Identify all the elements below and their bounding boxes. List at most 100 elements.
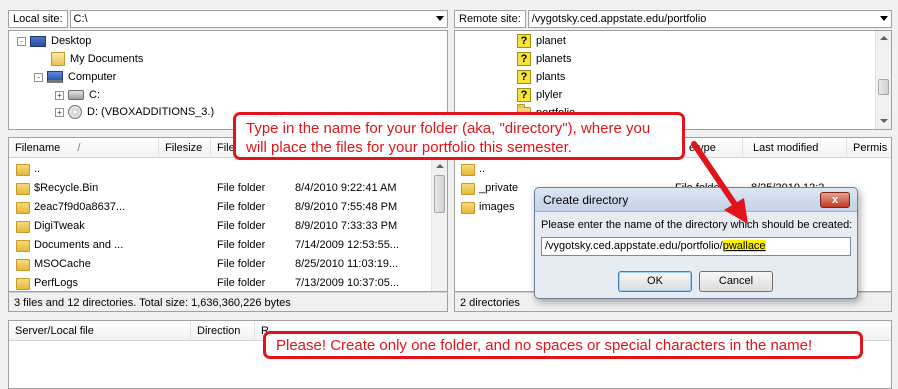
remote-site-label: Remote site: — [454, 10, 526, 28]
file-type: File folder — [217, 239, 266, 251]
local-list-scrollbar[interactable] — [431, 159, 447, 291]
remote-tree-scrollbar[interactable] — [875, 31, 891, 129]
file-name: MSOCache — [34, 258, 91, 270]
column-header-filesize[interactable]: Filesize — [159, 138, 211, 158]
tree-item-d-drive[interactable]: + D: (VBOXADDITIONS_3.) — [55, 103, 214, 121]
column-header-direction[interactable]: Direction — [191, 321, 255, 341]
remote-site-path: /vygotsky.ced.appstate.edu/portfolio — [531, 13, 707, 25]
tree-item-desktop[interactable]: - Desktop — [17, 32, 91, 50]
instruction-callout-top: Type in the name for your folder (aka, "… — [233, 112, 685, 160]
scroll-up-icon[interactable] — [876, 31, 891, 46]
drive-icon — [68, 90, 84, 100]
close-icon[interactable]: x — [820, 192, 850, 208]
column-label: Permis — [853, 142, 888, 154]
folder-icon — [16, 202, 30, 214]
tree-item-plants[interactable]: ? plants — [517, 68, 565, 86]
file-modified: 8/25/2010 11:03:19... — [295, 258, 399, 270]
list-item[interactable]: PerfLogs File folder 7/13/2009 10:37:05.… — [9, 274, 431, 291]
unknown-folder-icon: ? — [517, 70, 531, 84]
folder-icon — [16, 278, 30, 290]
instruction-callout-bottom: Please! Create only one folder, and no s… — [263, 331, 863, 359]
callout-arrow-icon — [691, 141, 748, 224]
tree-item-label: D: (VBOXADDITIONS_3.) — [87, 106, 215, 118]
tree-item-label: planets — [536, 53, 572, 65]
file-name: .. — [34, 163, 41, 175]
ok-button[interactable]: OK — [618, 271, 692, 292]
column-label: Server/Local file — [15, 325, 94, 337]
local-site-bar: Local site: C:\ — [8, 8, 448, 30]
list-item[interactable]: Documents and ... File folder 7/14/2009 … — [9, 236, 431, 255]
tree-item-label: Computer — [68, 71, 117, 83]
column-header-permissions[interactable]: Permis — [847, 138, 891, 158]
list-item[interactable]: $Recycle.Bin File folder 8/4/2010 9:22:4… — [9, 179, 431, 198]
desktop-icon — [30, 35, 46, 47]
file-name: _private — [479, 182, 519, 194]
scrollbar-thumb[interactable] — [878, 79, 889, 95]
list-item[interactable]: 2eac7f9d0a8637... File folder 8/9/2010 7… — [9, 198, 431, 217]
local-site-label: Local site: — [8, 10, 68, 28]
folder-icon — [16, 164, 30, 176]
cancel-button[interactable]: Cancel — [699, 271, 773, 292]
tree-item-label: C: — [89, 89, 100, 101]
list-item[interactable]: .. — [455, 160, 891, 179]
tree-item-computer[interactable]: - Computer — [34, 68, 116, 86]
file-name: images — [479, 201, 515, 213]
collapse-icon[interactable]: - — [17, 36, 26, 46]
remote-site-combo[interactable]: /vygotsky.ced.appstate.edu/portfolio — [527, 10, 892, 28]
file-modified: 8/4/2010 9:22:41 AM — [295, 182, 397, 194]
tree-item-label: My Documents — [70, 53, 144, 65]
column-label: Filename — [15, 142, 61, 154]
tree-item-label: planet — [536, 35, 566, 47]
tree-item-label: Desktop — [51, 35, 92, 47]
dialog-title: Create directory — [543, 193, 629, 207]
folder-icon — [461, 164, 475, 176]
file-modified: 7/13/2009 10:37:05... — [295, 277, 399, 289]
chevron-down-icon[interactable] — [436, 16, 444, 21]
sort-indicator-icon: / — [77, 142, 81, 154]
tree-item-c-drive[interactable]: + C: — [55, 86, 100, 104]
tree-item-planets[interactable]: ? planets — [517, 50, 571, 68]
tree-item-my-documents[interactable]: My Documents — [51, 50, 143, 68]
local-status-text: 3 files and 12 directories. Total size: … — [14, 297, 291, 309]
tree-item-planet[interactable]: ? planet — [517, 32, 566, 50]
scroll-down-icon[interactable] — [876, 114, 891, 129]
file-name: Documents and ... — [34, 239, 124, 251]
chevron-down-icon[interactable] — [880, 16, 888, 21]
list-item[interactable]: MSOCache File folder 8/25/2010 11:03:19.… — [9, 255, 431, 274]
tree-item-label: plyler — [536, 89, 563, 101]
folder-icon — [16, 240, 30, 252]
unknown-folder-icon: ? — [517, 88, 531, 102]
file-type: File folder — [217, 277, 266, 289]
column-header-last-modified[interactable]: Last modified — [747, 138, 847, 158]
tree-item-label: plants — [536, 71, 566, 83]
column-label: Filesize — [165, 142, 203, 154]
file-modified: 7/14/2009 12:53:55... — [295, 239, 399, 251]
column-label: Last modified — [753, 142, 819, 154]
directory-name-input[interactable]: /vygotsky.ced.appstate.edu/portfolio/pwa… — [541, 237, 851, 256]
scroll-up-icon[interactable] — [432, 159, 447, 174]
scrollbar-thumb[interactable] — [434, 175, 445, 213]
computer-icon — [47, 71, 63, 83]
folder-icon — [16, 221, 30, 233]
list-item[interactable]: DigiTweak File folder 8/9/2010 7:33:33 P… — [9, 217, 431, 236]
column-label: Direction — [197, 325, 241, 337]
folder-icon — [16, 183, 30, 195]
file-name: .. — [479, 163, 486, 175]
expand-icon[interactable]: + — [55, 107, 64, 117]
unknown-folder-icon: ? — [517, 34, 531, 48]
list-item[interactable]: .. — [9, 160, 431, 179]
file-modified: 8/9/2010 7:33:33 PM — [295, 220, 398, 232]
tree-item-plyler[interactable]: ? plyler — [517, 86, 562, 104]
collapse-icon[interactable]: - — [34, 72, 43, 82]
file-type: File folder — [217, 220, 266, 232]
local-file-list[interactable]: Filename / Filesize Filet .. $Recycle.Bi… — [8, 137, 448, 292]
local-site-combo[interactable]: C:\ — [69, 10, 448, 28]
file-name: PerfLogs — [34, 277, 79, 289]
column-header-filename[interactable]: Filename / — [9, 138, 159, 158]
file-type: File folder — [217, 258, 266, 270]
column-header-server-file[interactable]: Server/Local file — [9, 321, 191, 341]
expand-icon[interactable]: + — [55, 90, 64, 100]
folder-icon — [461, 202, 475, 214]
folder-icon — [51, 52, 65, 66]
folder-icon — [16, 259, 30, 271]
